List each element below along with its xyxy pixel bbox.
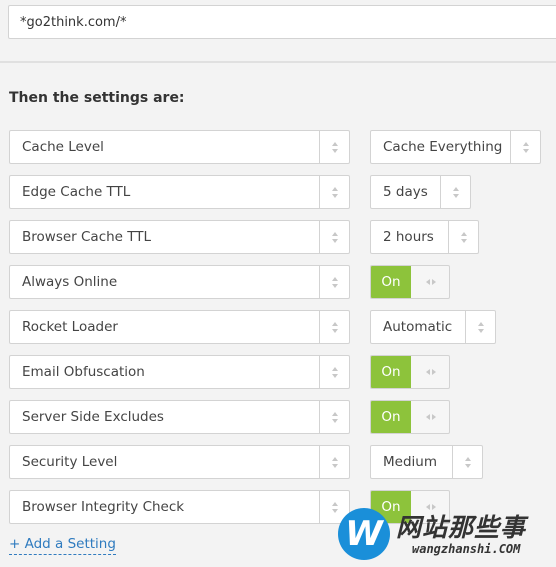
setting-name: Security Level: [22, 454, 118, 470]
setting-row: Server Side Excludes On: [9, 400, 556, 434]
updown-arrows-icon: [319, 356, 349, 388]
setting-value-select[interactable]: 5 days: [370, 175, 471, 209]
add-setting-link[interactable]: + Add a Setting: [9, 536, 116, 555]
setting-name: Browser Integrity Check: [22, 499, 185, 515]
setting-toggle[interactable]: On: [370, 400, 450, 434]
toggle-arrows-icon: [411, 356, 449, 388]
setting-value: 5 days: [383, 184, 428, 200]
updown-arrows-icon: [319, 131, 349, 163]
watermark-domain: wangzhanshi.COM: [412, 542, 521, 556]
setting-name: Email Obfuscation: [22, 364, 145, 380]
setting-name-select[interactable]: Email Obfuscation: [9, 355, 350, 389]
toggle-arrows-icon: [411, 266, 449, 298]
setting-name-select[interactable]: Browser Integrity Check: [9, 490, 350, 524]
setting-row: Always Online On: [9, 265, 556, 299]
setting-name-select[interactable]: Edge Cache TTL: [9, 175, 350, 209]
toggle-on-label: On: [371, 266, 411, 298]
updown-arrows-icon: [319, 401, 349, 433]
setting-name-select[interactable]: Always Online: [9, 265, 350, 299]
setting-value-select[interactable]: Cache Everything: [370, 130, 541, 164]
url-pattern-input[interactable]: *go2think.com/*: [8, 5, 556, 39]
setting-row: Email Obfuscation On: [9, 355, 556, 389]
setting-name: Always Online: [22, 274, 118, 290]
setting-value: Medium: [383, 454, 437, 470]
setting-name: Rocket Loader: [22, 319, 118, 335]
updown-arrows-icon: [319, 446, 349, 478]
setting-name: Browser Cache TTL: [22, 229, 152, 245]
updown-arrows-icon: [510, 131, 540, 163]
updown-arrows-icon: [319, 221, 349, 253]
updown-arrows-icon: [319, 311, 349, 343]
setting-row: Rocket Loader Automatic: [9, 310, 556, 344]
divider: [0, 61, 556, 63]
setting-row: Cache Level Cache Everything: [9, 130, 556, 164]
setting-name-select[interactable]: Browser Cache TTL: [9, 220, 350, 254]
setting-row: Security Level Medium: [9, 445, 556, 479]
setting-name-select[interactable]: Cache Level: [9, 130, 350, 164]
setting-value-select[interactable]: 2 hours: [370, 220, 479, 254]
updown-arrows-icon: [465, 311, 495, 343]
setting-toggle[interactable]: On: [370, 265, 450, 299]
updown-arrows-icon: [319, 176, 349, 208]
setting-row: Browser Cache TTL 2 hours: [9, 220, 556, 254]
watermark-circle-icon: W: [338, 508, 390, 560]
setting-name-select[interactable]: Rocket Loader: [9, 310, 350, 344]
setting-name: Cache Level: [22, 139, 104, 155]
setting-value-select[interactable]: Medium: [370, 445, 483, 479]
setting-name-select[interactable]: Security Level: [9, 445, 350, 479]
updown-arrows-icon: [452, 446, 482, 478]
setting-name: Server Side Excludes: [22, 409, 164, 425]
setting-name: Edge Cache TTL: [22, 184, 131, 200]
watermark-title: 网站那些事: [396, 513, 527, 542]
updown-arrows-icon: [319, 266, 349, 298]
toggle-on-label: On: [371, 401, 411, 433]
setting-value: Automatic: [383, 319, 453, 335]
updown-arrows-icon: [440, 176, 470, 208]
setting-name-select[interactable]: Server Side Excludes: [9, 400, 350, 434]
settings-heading: Then the settings are:: [9, 90, 185, 106]
toggle-on-label: On: [371, 356, 411, 388]
setting-row: Edge Cache TTL 5 days: [9, 175, 556, 209]
updown-arrows-icon: [448, 221, 478, 253]
watermark-logo: W 网站那些事 wangzhanshi.COM: [336, 506, 556, 562]
setting-value: 2 hours: [383, 229, 434, 245]
toggle-arrows-icon: [411, 401, 449, 433]
setting-value: Cache Everything: [383, 139, 503, 155]
setting-value-select[interactable]: Automatic: [370, 310, 496, 344]
setting-toggle[interactable]: On: [370, 355, 450, 389]
